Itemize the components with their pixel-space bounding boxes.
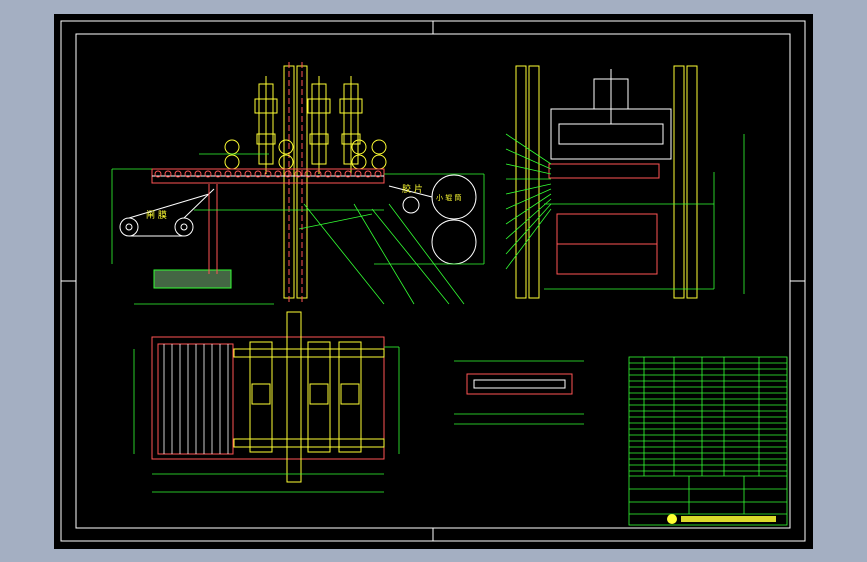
label-film-sheet: 胶 片: [402, 183, 423, 195]
roller-row: [224, 139, 387, 170]
top-conveyor-slats: [163, 344, 229, 454]
side-frame: [550, 69, 672, 160]
label-small-roller: 小 辊 筒: [436, 193, 461, 202]
label-film: 闸 膜: [146, 210, 167, 221]
title-block-logo: [667, 514, 776, 524]
side-view: [505, 65, 745, 299]
cylinder-assemblies: [254, 76, 363, 174]
film-feed-rollers: [119, 188, 215, 237]
top-view: [133, 311, 400, 493]
side-table: [548, 163, 660, 275]
section-detail: [454, 360, 584, 425]
side-columns: [515, 65, 698, 299]
title-block: [628, 356, 788, 526]
cad-drawing-canvas[interactable]: 闸 膜 胶 片 小 辊 筒: [54, 14, 813, 549]
top-conveyor-outline: [151, 336, 385, 460]
top-dimensions: [133, 346, 400, 493]
front-view: 闸 膜 胶 片 小 辊 筒: [111, 62, 485, 305]
cad-drawing-viewport[interactable]: 闸 膜 胶 片 小 辊 筒: [54, 14, 813, 549]
